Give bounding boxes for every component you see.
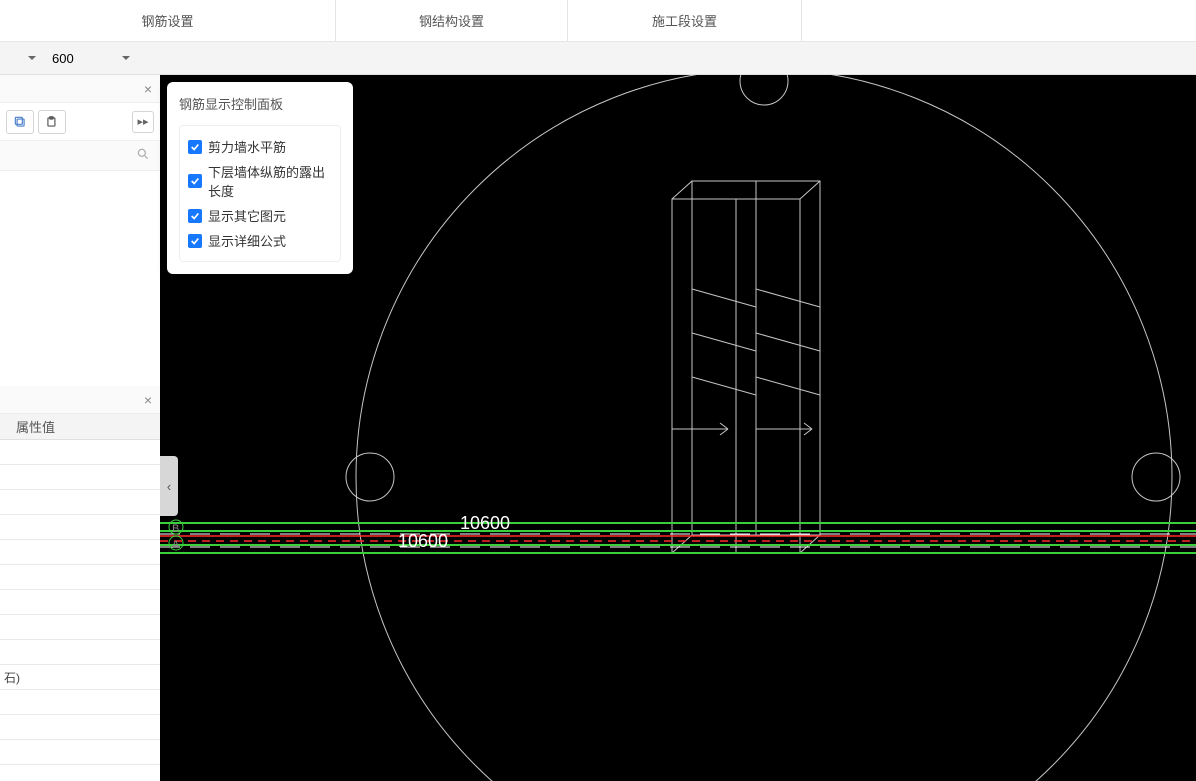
dropdown-length[interactable]: 600 <box>46 46 136 70</box>
checkbox-show-detail-formula[interactable]: 显示详细公式 <box>188 228 332 253</box>
table-row[interactable] <box>0 715 160 740</box>
panel-header-top: × <box>0 75 160 103</box>
props-column-header: 属性值 <box>0 414 160 440</box>
checkbox-lower-wall-vertical-exposed[interactable]: 下层墙体纵筋的露出长度 <box>188 159 332 203</box>
checkbox-label: 下层墙体纵筋的露出长度 <box>208 162 332 200</box>
table-row[interactable] <box>0 515 160 540</box>
props-panel-header: × <box>0 386 160 414</box>
chevron-down-icon <box>28 56 36 60</box>
dimension-text-upper: 10600 <box>460 513 510 533</box>
close-icon[interactable]: × <box>144 392 152 408</box>
checkbox-checked-icon <box>188 174 202 188</box>
panel-toolbar: ▸▸ <box>0 103 160 141</box>
checkbox-label: 显示其它图元 <box>208 206 286 225</box>
copy-icon-button[interactable] <box>6 110 34 134</box>
table-row[interactable] <box>0 615 160 640</box>
checkbox-shear-wall-horizontal[interactable]: 剪力墙水平筋 <box>188 134 332 159</box>
top-tabs-bar: 钢筋设置 钢结构设置 施工段设置 <box>0 0 1196 42</box>
svg-text:A: A <box>172 539 180 551</box>
tab-construction-section-settings[interactable]: 施工段设置 <box>568 0 802 41</box>
checkbox-show-other-elements[interactable]: 显示其它图元 <box>188 203 332 228</box>
checkbox-list: 剪力墙水平筋 下层墙体纵筋的露出长度 显示其它图元 显示详细公式 <box>179 125 341 262</box>
search-icon[interactable] <box>136 147 150 164</box>
table-row[interactable]: 石) <box>0 665 160 690</box>
checkbox-label: 剪力墙水平筋 <box>208 137 286 156</box>
table-row[interactable] <box>0 540 160 565</box>
table-row[interactable] <box>0 740 160 765</box>
panel-search-row <box>0 141 160 171</box>
checkbox-checked-icon <box>188 140 202 154</box>
table-row[interactable] <box>0 590 160 615</box>
tab-rebar-settings[interactable]: 钢筋设置 <box>0 0 336 41</box>
control-panel-title: 钢筋显示控制面板 <box>179 94 341 113</box>
dimension-text-lower: 10600 <box>398 531 448 551</box>
more-button[interactable]: ▸▸ <box>132 111 154 133</box>
dropdown-length-value: 600 <box>52 51 74 66</box>
rebar-display-control-panel: 钢筋显示控制面板 剪力墙水平筋 下层墙体纵筋的露出长度 显示其它图元 显示详细公… <box>167 82 353 274</box>
table-row[interactable] <box>0 465 160 490</box>
table-row[interactable] <box>0 640 160 665</box>
secondary-toolbar: 600 <box>0 42 1196 75</box>
tab-steel-structure-settings[interactable]: 钢结构设置 <box>336 0 568 41</box>
left-sidebar: × ▸▸ × 属性值 石) <box>0 75 160 781</box>
dropdown-small[interactable] <box>6 46 40 70</box>
table-row[interactable] <box>0 690 160 715</box>
checkbox-checked-icon <box>188 234 202 248</box>
props-table: 石) <box>0 440 160 765</box>
collapse-handle[interactable]: ‹ <box>160 456 178 516</box>
close-icon[interactable]: × <box>144 81 152 97</box>
checkbox-label: 显示详细公式 <box>208 231 286 250</box>
table-row[interactable] <box>0 565 160 590</box>
chevron-left-icon: ‹ <box>167 479 171 494</box>
chevron-down-icon <box>122 56 130 60</box>
checkbox-checked-icon <box>188 209 202 223</box>
table-row[interactable] <box>0 490 160 515</box>
svg-text:B: B <box>172 523 179 535</box>
paste-icon-button[interactable] <box>38 110 66 134</box>
table-row[interactable] <box>0 440 160 465</box>
